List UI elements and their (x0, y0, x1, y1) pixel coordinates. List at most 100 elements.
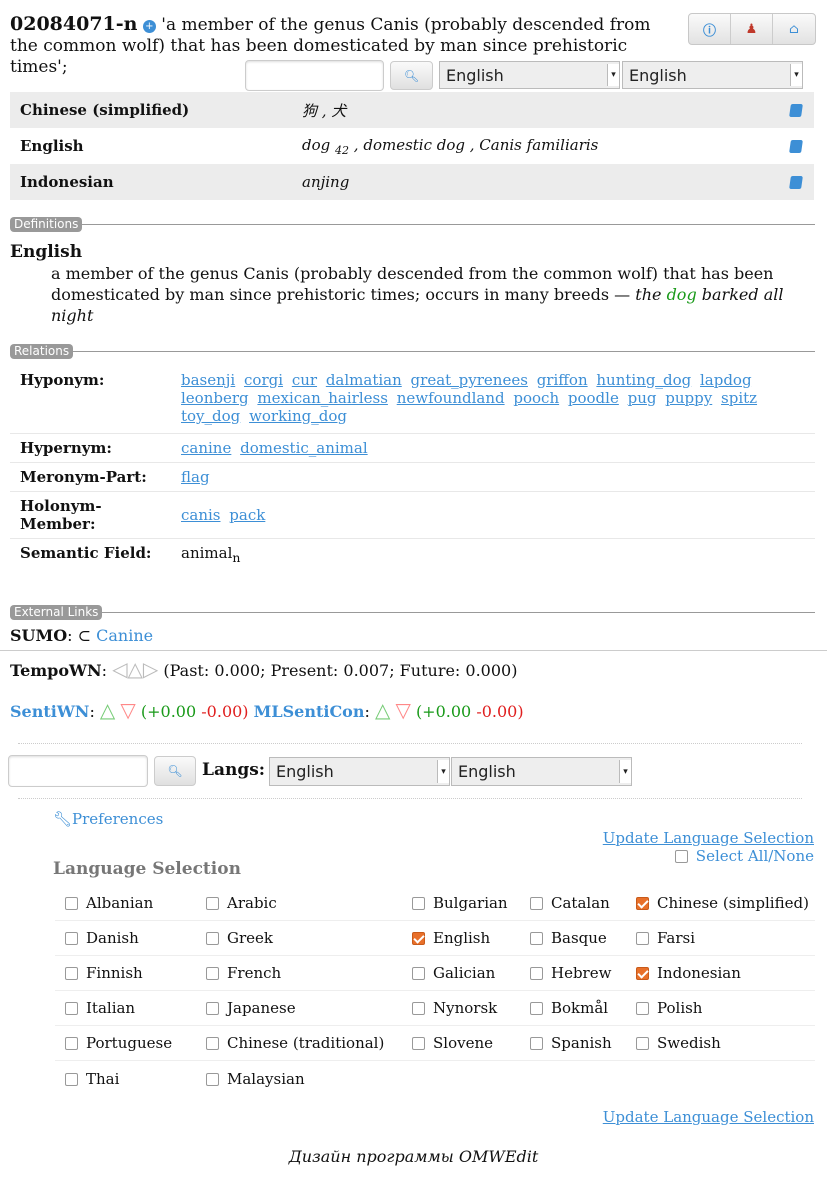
language-checkbox[interactable] (636, 897, 649, 910)
relation-link[interactable]: corgi (244, 371, 283, 389)
relation-link[interactable]: flag (181, 468, 210, 486)
language-option[interactable]: Italian (65, 999, 135, 1017)
language-option[interactable]: Farsi (636, 929, 695, 947)
language-option[interactable]: Indonesian (636, 964, 741, 982)
relation-link[interactable]: spitz (721, 389, 757, 407)
update-language-selection-link-bottom[interactable]: Update Language Selection (603, 1108, 814, 1126)
language-option[interactable]: Danish (65, 929, 139, 947)
language-option[interactable]: Malaysian (206, 1070, 305, 1088)
search-button[interactable]: 🔍︎ (390, 61, 433, 90)
language-checkbox[interactable] (65, 1072, 78, 1086)
language-checkbox[interactable] (65, 932, 78, 945)
search-button-2[interactable]: 🔍︎ (154, 756, 196, 786)
relation-link[interactable]: pack (229, 506, 265, 524)
langs-select-2[interactable]: English ▾ (451, 757, 632, 786)
language-option[interactable]: Nynorsk (412, 999, 497, 1017)
language-option[interactable]: Bokmål (530, 999, 608, 1017)
langs-select-1[interactable]: English ▾ (269, 757, 450, 786)
language-checkbox[interactable] (206, 897, 219, 910)
book-icon[interactable] (789, 103, 803, 117)
select-all-checkbox[interactable] (674, 850, 688, 863)
relation-link[interactable]: cur (292, 371, 317, 389)
relation-link[interactable]: basenji (181, 371, 235, 389)
language-option[interactable]: Portuguese (65, 1034, 172, 1052)
language-option[interactable]: French (206, 964, 281, 982)
language-checkbox[interactable] (65, 1037, 78, 1050)
relation-link[interactable]: mexican_hairless (257, 389, 388, 407)
language-checkbox[interactable] (636, 1037, 649, 1050)
language-option[interactable]: Greek (206, 929, 273, 947)
language-option[interactable]: Spanish (530, 1034, 612, 1052)
relation-link[interactable]: leonberg (181, 389, 249, 407)
language-checkbox[interactable] (530, 1002, 543, 1015)
relation-link[interactable]: lapdog (700, 371, 752, 389)
sumo-link[interactable]: Canine (96, 626, 153, 645)
language-checkbox[interactable] (412, 1002, 425, 1015)
preferences-link[interactable]: 🔧︎Preferences (53, 810, 163, 828)
language-checkbox[interactable] (206, 1072, 219, 1086)
language-checkbox[interactable] (65, 967, 78, 980)
language-checkbox[interactable] (65, 1002, 78, 1015)
update-language-selection-link[interactable]: Update Language Selection (603, 829, 814, 847)
language-checkbox[interactable] (412, 932, 425, 945)
language-checkbox[interactable] (412, 1037, 425, 1050)
relation-link[interactable]: canis (181, 506, 221, 524)
language-checkbox[interactable] (412, 967, 425, 980)
relation-link[interactable]: hunting_dog (596, 371, 691, 389)
language-checkbox[interactable] (65, 897, 78, 910)
language-option[interactable]: Hebrew (530, 964, 611, 982)
language-option[interactable]: Swedish (636, 1034, 721, 1052)
language-checkbox[interactable] (530, 932, 543, 945)
language-select-2[interactable]: English ▾ (622, 61, 803, 89)
relation-link[interactable]: newfoundland (397, 389, 505, 407)
relation-link[interactable]: canine (181, 439, 231, 457)
book-icon[interactable] (789, 139, 803, 153)
book-icon[interactable] (789, 175, 803, 189)
language-checkbox[interactable] (206, 1002, 219, 1015)
relation-link[interactable]: pug (628, 389, 657, 407)
language-option[interactable]: English (412, 929, 490, 947)
relation-link[interactable]: pooch (513, 389, 559, 407)
language-checkbox[interactable] (530, 1037, 543, 1050)
language-checkbox[interactable] (636, 1002, 649, 1015)
language-option[interactable]: Galician (412, 964, 495, 982)
relation-link[interactable]: puppy (665, 389, 712, 407)
language-option[interactable]: Chinese (traditional) (206, 1034, 384, 1052)
language-option[interactable]: Thai (65, 1070, 119, 1088)
relation-link[interactable]: great_pyrenees (411, 371, 528, 389)
language-checkbox[interactable] (636, 967, 649, 980)
language-checkbox[interactable] (206, 932, 219, 945)
info-button[interactable]: ⓘ (689, 14, 731, 44)
lemma-language: Indonesian (20, 173, 114, 191)
relation-link[interactable]: working_dog (249, 407, 347, 425)
language-option[interactable]: Basque (530, 929, 607, 947)
language-option[interactable]: Chinese (simplified) (636, 894, 809, 912)
relation-link[interactable]: dalmatian (326, 371, 402, 389)
language-option[interactable]: Polish (636, 999, 702, 1017)
relation-link[interactable]: domestic_animal (240, 439, 368, 457)
language-option[interactable]: Arabic (206, 894, 277, 912)
language-checkbox[interactable] (530, 967, 543, 980)
language-checkbox[interactable] (206, 967, 219, 980)
search-input-2[interactable] (8, 755, 148, 787)
plus-circle-icon[interactable]: + (142, 20, 156, 33)
select-all-none[interactable]: Select All/None (674, 847, 814, 865)
language-option[interactable]: Japanese (206, 999, 296, 1017)
home-button[interactable]: ⌂ (773, 14, 815, 44)
search-input[interactable] (245, 60, 384, 91)
language-select-1[interactable]: English ▾ (439, 61, 620, 89)
relation-link[interactable]: griffon (537, 371, 588, 389)
language-checkbox[interactable] (412, 897, 425, 910)
language-option[interactable]: Bulgarian (412, 894, 508, 912)
language-checkbox[interactable] (206, 1037, 219, 1050)
relation-link[interactable]: poodle (568, 389, 619, 407)
language-checkbox[interactable] (530, 897, 543, 910)
language-option[interactable]: Slovene (412, 1034, 493, 1052)
language-option[interactable]: Albanian (65, 894, 153, 912)
language-option[interactable]: Finnish (65, 964, 143, 982)
user-button[interactable]: ♟ (731, 14, 773, 44)
relation-link[interactable]: toy_dog (181, 407, 240, 425)
language-option[interactable]: Catalan (530, 894, 610, 912)
language-checkbox[interactable] (636, 932, 649, 945)
langs-label: Langs: (202, 760, 266, 780)
